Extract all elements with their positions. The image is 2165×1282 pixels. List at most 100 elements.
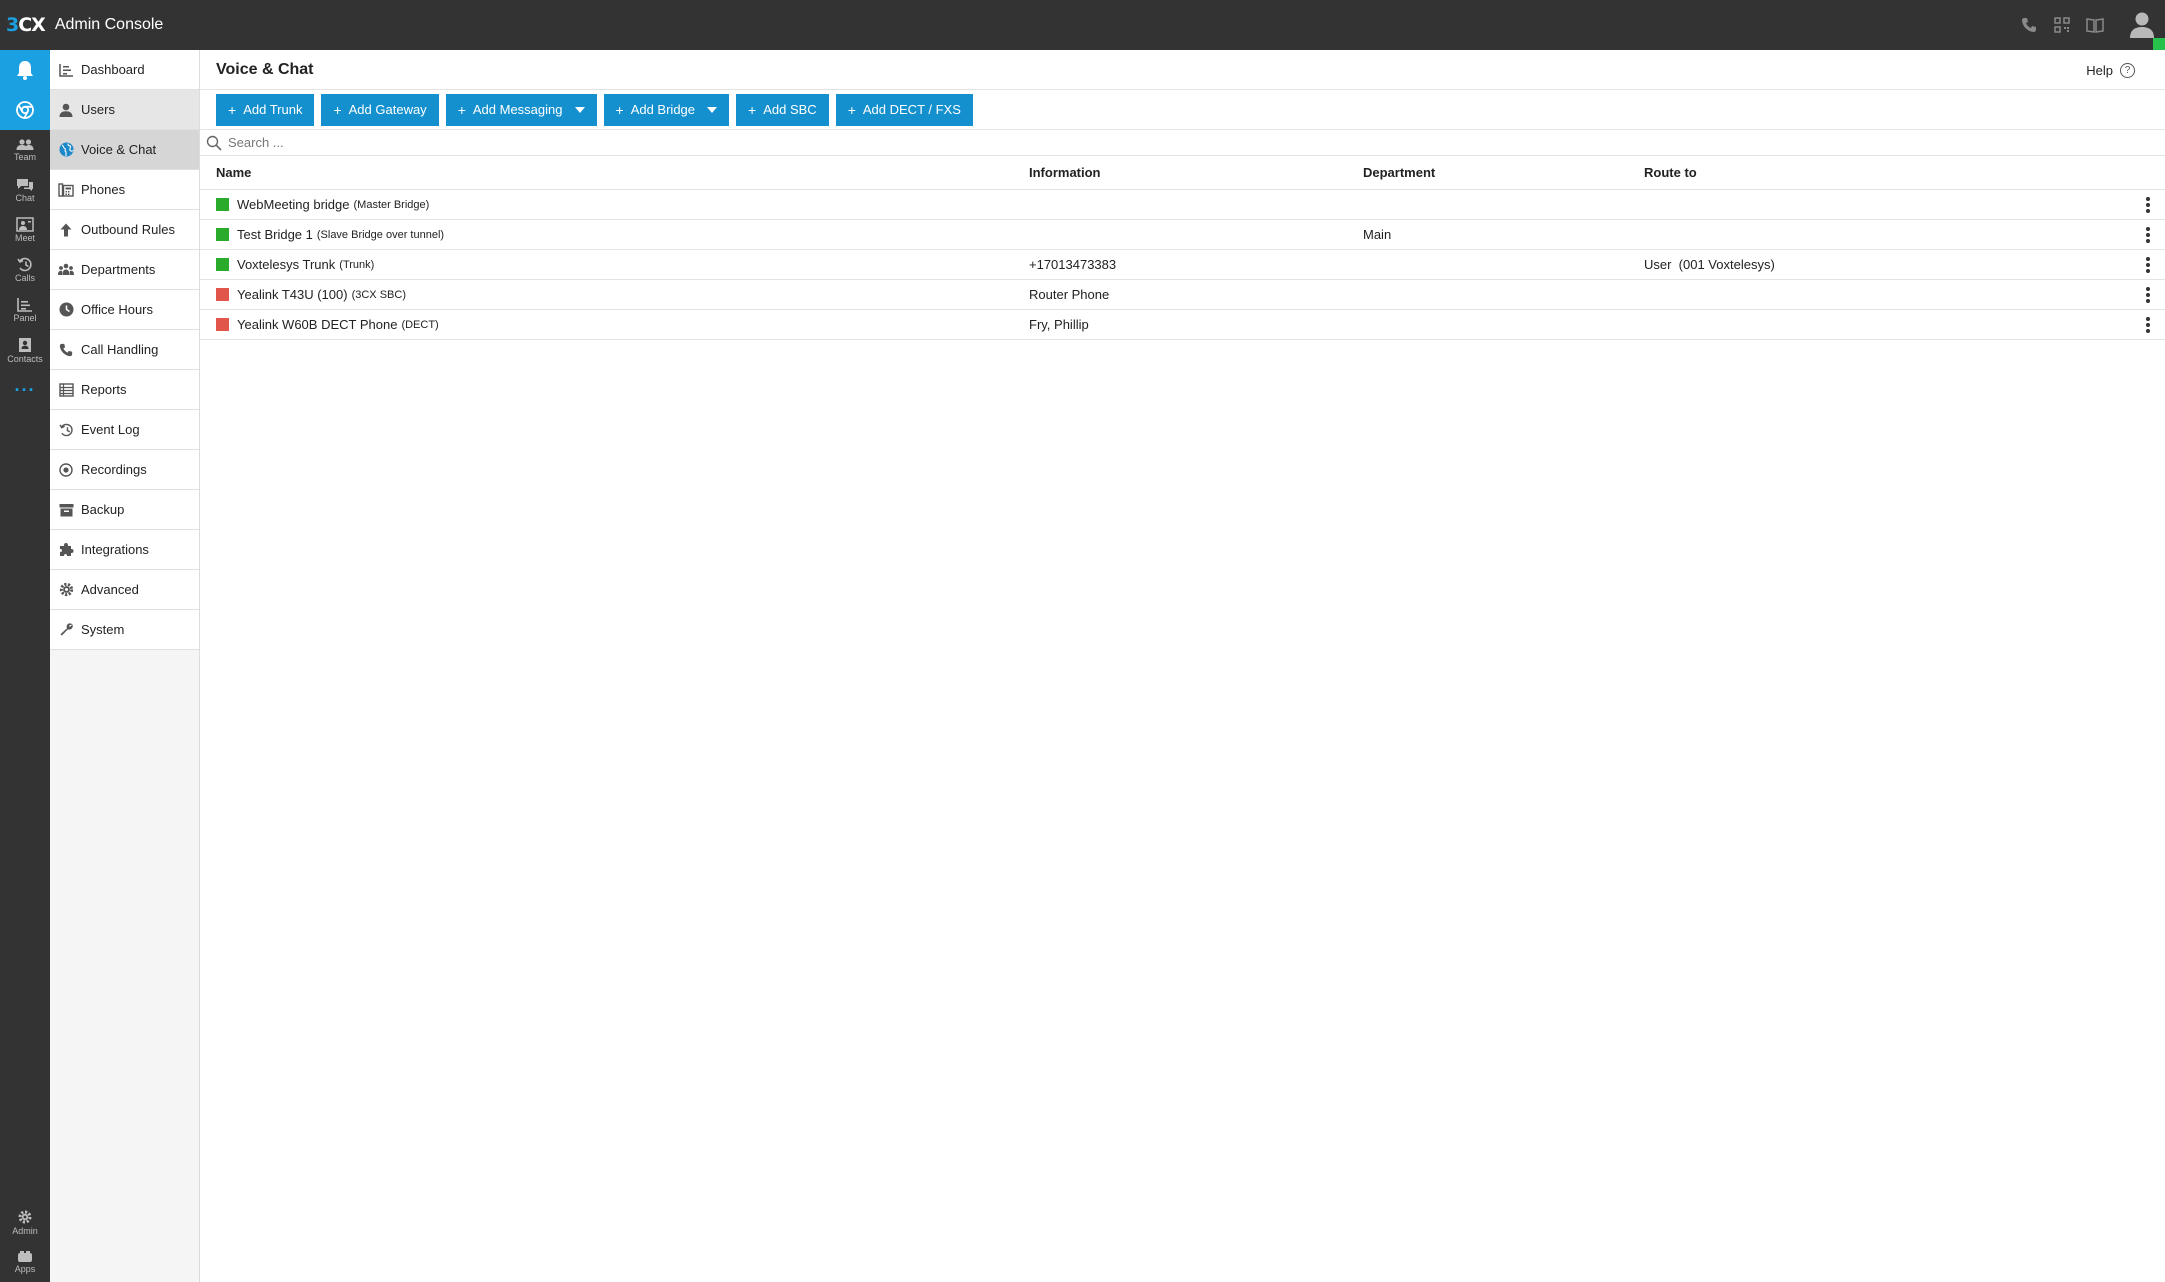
status-indicator (216, 228, 229, 241)
plus-icon: + (228, 101, 237, 118)
table-header: Name Information Department Route to (200, 156, 2165, 190)
column-header-route-to[interactable]: Route to (1644, 165, 2044, 180)
row-menu-icon[interactable] (2146, 227, 2150, 243)
search-icon (206, 135, 222, 151)
row-name: Yealink T43U (100) (237, 287, 348, 302)
plus-icon: + (457, 101, 466, 118)
rail-apps[interactable]: Apps (0, 1242, 50, 1282)
add-dect-fxs-button[interactable]: + Add DECT / FXS (835, 93, 973, 126)
table-row[interactable]: Yealink W60B DECT Phone (DECT) Fry, Phill… (200, 310, 2165, 340)
nav-item-integrations[interactable]: Integrations (50, 530, 199, 570)
rail-panel[interactable]: Panel (0, 290, 50, 330)
nav-label-event-log: Event Log (81, 422, 140, 437)
logo-cx: CX (18, 14, 46, 36)
rail-contacts[interactable]: Contacts (0, 330, 50, 370)
search-bar (200, 130, 2165, 156)
column-header-department[interactable]: Department (1363, 165, 1644, 180)
chat-icon (17, 178, 33, 191)
add-sbc-button[interactable]: + Add SBC (736, 93, 829, 126)
table-row[interactable]: Yealink T43U (100) (3CX SBC) Router Phone (200, 280, 2165, 310)
add-bridge-label: Add Bridge (630, 102, 696, 117)
row-type: (DECT) (401, 318, 439, 331)
rail-team[interactable]: Team (0, 130, 50, 170)
book-icon[interactable] (2079, 9, 2111, 41)
meet-icon (16, 217, 34, 232)
row-type: (Trunk) (339, 258, 375, 271)
row-name: Test Bridge 1 (237, 227, 313, 242)
nav-item-system[interactable]: System (50, 610, 199, 650)
status-indicator (216, 288, 229, 301)
column-header-information[interactable]: Information (1029, 165, 1363, 180)
plus-icon: + (333, 101, 342, 118)
rail-more[interactable]: ··· (0, 370, 50, 410)
nav-label-recordings: Recordings (81, 462, 147, 477)
add-bridge-button[interactable]: + Add Bridge (603, 93, 730, 126)
rail-chat[interactable]: Chat (0, 170, 50, 210)
gear-icon (18, 1210, 32, 1223)
cell-name: Yealink T43U (100) (3CX SBC) (200, 287, 1029, 302)
main-content: Voice & Chat Help ? + Add Trunk + Add Gate… (200, 50, 2165, 1282)
nav-item-voice-chat[interactable]: Voice & Chat (50, 130, 199, 170)
wrench-icon (58, 622, 74, 638)
plus-icon: + (847, 101, 856, 118)
help-link[interactable]: Help ? (2086, 50, 2135, 90)
3cx-logo[interactable]: 3CX (6, 14, 46, 36)
departments-icon (58, 262, 74, 278)
nav-item-departments[interactable]: Departments (50, 250, 199, 290)
trunks-table: Name Information Department Route to Web… (200, 156, 2165, 340)
search-input[interactable] (228, 135, 628, 150)
nav-item-dashboard[interactable]: Dashboard (50, 50, 199, 90)
table-row[interactable]: Test Bridge 1 (Slave Bridge over tunnel) … (200, 220, 2165, 250)
row-menu-icon[interactable] (2146, 197, 2150, 213)
phone-icon[interactable] (2013, 9, 2045, 41)
nav-label-outbound-rules: Outbound Rules (81, 222, 175, 237)
nav-item-call-handling[interactable]: Call Handling (50, 330, 199, 370)
column-header-name[interactable]: Name (200, 165, 1029, 180)
rail-chrome[interactable] (0, 90, 50, 130)
add-gateway-button[interactable]: + Add Gateway (321, 93, 439, 126)
user-icon (58, 102, 74, 118)
cell-name: Test Bridge 1 (Slave Bridge over tunnel) (200, 227, 1029, 242)
rail-meet[interactable]: Meet (0, 210, 50, 250)
qr-code-icon[interactable] (2046, 9, 2078, 41)
apps-icon (18, 1251, 32, 1262)
nav-item-office-hours[interactable]: Office Hours (50, 290, 199, 330)
nav-label-backup: Backup (81, 502, 125, 517)
rail-calls[interactable]: Calls (0, 250, 50, 290)
nav-item-recordings[interactable]: Recordings (50, 450, 199, 490)
nav-item-users[interactable]: Users (50, 90, 199, 130)
caret-down-icon (707, 106, 718, 113)
status-indicator (216, 258, 229, 271)
nav-item-reports[interactable]: Reports (50, 370, 199, 410)
row-menu-icon[interactable] (2146, 287, 2150, 303)
cell-department: Main (1363, 227, 1392, 242)
cell-name: WebMeeting bridge (Master Bridge) (200, 197, 1029, 212)
left-rail: Team Chat Meet Calls Panel Contacts ··· … (0, 50, 50, 1282)
help-label: Help (2086, 62, 2113, 78)
logo-3: 3 (6, 14, 19, 36)
add-trunk-button[interactable]: + Add Trunk (216, 93, 315, 126)
add-gateway-label: Add Gateway (348, 102, 427, 117)
rail-admin[interactable]: Admin (0, 1202, 50, 1242)
user-avatar-icon (2130, 12, 2154, 38)
nav-item-outbound-rules[interactable]: Outbound Rules (50, 210, 199, 250)
nav-item-phones[interactable]: Phones (50, 170, 199, 210)
add-messaging-label: Add Messaging (472, 102, 563, 117)
history-icon (58, 422, 74, 438)
nav-item-backup[interactable]: Backup (50, 490, 199, 530)
table-row[interactable]: Voxtelesys Trunk (Trunk) +17013473383 Use… (200, 250, 2165, 280)
plus-icon: + (615, 101, 624, 118)
add-sbc-label: Add SBC (763, 102, 817, 117)
user-avatar[interactable] (2119, 0, 2165, 50)
nav-label-call-handling: Call Handling (81, 342, 159, 357)
rail-panel-label: Panel (13, 313, 37, 323)
row-menu-icon[interactable] (2146, 317, 2150, 333)
row-menu-icon[interactable] (2146, 257, 2150, 273)
nav-item-event-log[interactable]: Event Log (50, 410, 199, 450)
rail-notifications[interactable] (0, 50, 50, 90)
nav-label-reports: Reports (81, 382, 127, 397)
add-messaging-button[interactable]: + Add Messaging (445, 93, 597, 126)
nav-item-advanced[interactable]: Advanced (50, 570, 199, 610)
rail-calls-label: Calls (14, 273, 35, 283)
table-row[interactable]: WebMeeting bridge (Master Bridge) (200, 190, 2165, 220)
